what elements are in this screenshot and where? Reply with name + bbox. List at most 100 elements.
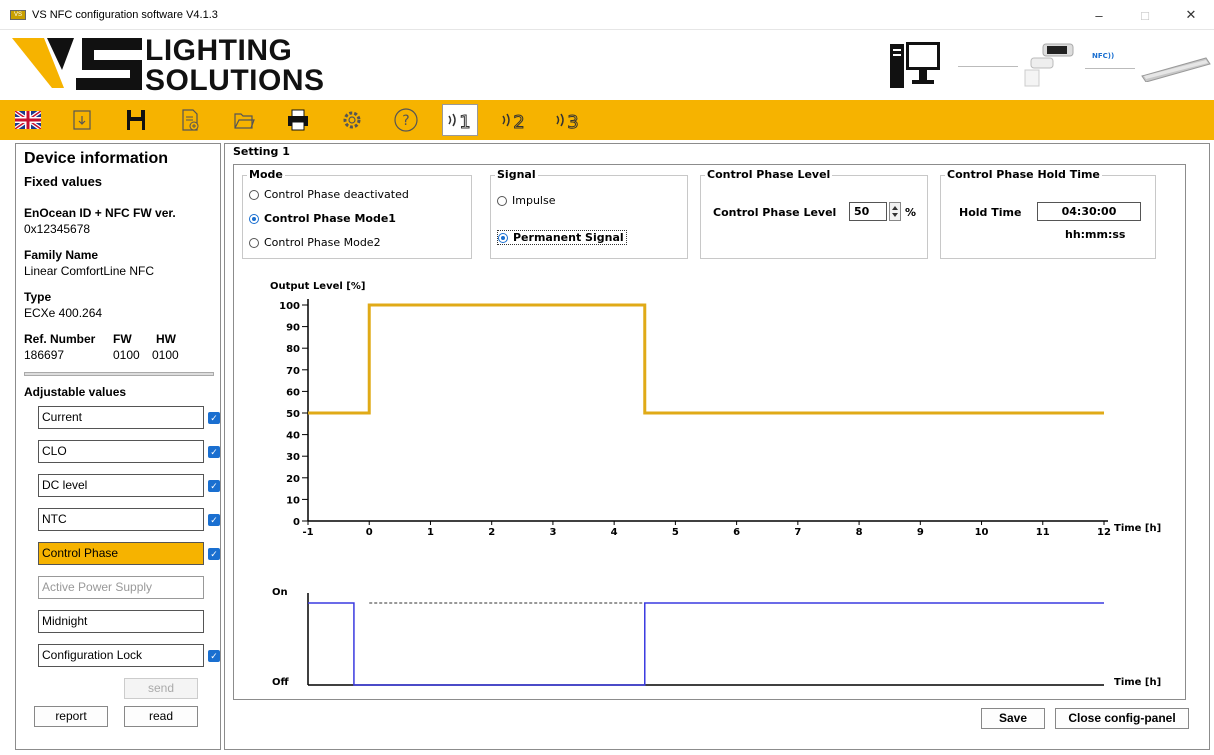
signal-line	[308, 602, 1104, 686]
close-button[interactable]: ✕	[1168, 0, 1214, 30]
family-name-value: Linear ComfortLine NFC	[24, 264, 155, 278]
radio-impulse[interactable]: Impulse	[497, 194, 555, 207]
mode-group: Mode Control Phase deactivated Control P…	[242, 168, 472, 259]
x-tick-label: 8	[856, 527, 863, 538]
radio-label: Control Phase Mode2	[264, 236, 381, 249]
hold-time-label: Hold Time	[959, 206, 1022, 219]
radio-control-phase-mode1[interactable]: Control Phase Mode1	[249, 212, 396, 225]
app-window: VS VS NFC configuration software V4.1.3 …	[0, 0, 1214, 755]
checkbox-clo[interactable]: ✓	[208, 446, 220, 458]
x-tick-label: 11	[1036, 527, 1050, 538]
ref-number-label: Ref. Number	[24, 332, 96, 346]
settings-button[interactable]	[334, 104, 370, 136]
control-phase-level-input[interactable]: 50	[849, 202, 887, 221]
type-value: ECXe 400.264	[24, 306, 103, 320]
nfc-device-icon	[1024, 43, 1074, 87]
brand-banner: LIGHTING SOLUTIONS NFC))	[0, 30, 1214, 100]
save-button[interactable]: Save	[981, 708, 1045, 729]
x-axis-label: Time [h]	[1114, 523, 1161, 534]
setting-2-icon: 2	[502, 112, 525, 132]
signal-group: Signal Impulse Permanent Signal	[490, 168, 688, 259]
x-tick-label: 6	[733, 527, 740, 538]
control-phase-level-group-title: Control Phase Level	[705, 168, 833, 181]
mode-group-title: Mode	[247, 168, 285, 181]
app-icon: VS	[10, 9, 26, 20]
x-tick-label: 0	[366, 527, 373, 538]
hold-time-group-title: Control Phase Hold Time	[945, 168, 1102, 181]
new-file-button[interactable]	[172, 104, 208, 136]
signal-on-label: On	[272, 587, 288, 598]
adjustable-values-title: Adjustable values	[24, 385, 127, 399]
checkbox-current[interactable]: ✓	[208, 412, 220, 424]
checkbox-control-phase[interactable]: ✓	[208, 548, 220, 560]
adjustable-item-current[interactable]: Current	[38, 406, 204, 429]
adjustable-item-midnight[interactable]: Midnight	[38, 610, 204, 633]
x-tick-label: 3	[549, 527, 556, 538]
minimize-button[interactable]: –	[1076, 0, 1122, 30]
checkbox-ntc[interactable]: ✓	[208, 514, 220, 526]
connection-line	[958, 66, 1018, 67]
x-tick-label: 4	[611, 527, 618, 538]
radio-label: Impulse	[512, 194, 556, 207]
config-panel: Setting 1 Mode Control Phase deactivated…	[224, 143, 1210, 750]
nfc-label: NFC))	[1092, 52, 1115, 60]
close-config-panel-button[interactable]: Close config-panel	[1055, 708, 1189, 729]
radio-control-phase-deactivated[interactable]: Control Phase deactivated	[249, 188, 409, 201]
radio-control-phase-mode2[interactable]: Control Phase Mode2	[249, 236, 381, 249]
setting-3-number: 3	[567, 112, 578, 132]
radio-label: Control Phase deactivated	[264, 188, 409, 201]
setting-1-button[interactable]: 1	[442, 104, 478, 136]
adjustable-item-active-power-supply[interactable]: Active Power Supply	[38, 576, 204, 599]
device-info-title: Device information	[24, 150, 169, 167]
y-tick-label: 10	[286, 495, 300, 506]
x-tick-label: 9	[917, 527, 924, 538]
radio-label: Permanent Signal	[513, 231, 624, 244]
radio-permanent-signal[interactable]: Permanent Signal	[497, 230, 627, 245]
adjustable-item-dc-level[interactable]: DC level	[38, 474, 204, 497]
hold-time-format: hh:mm:ss	[1065, 228, 1126, 241]
import-button[interactable]	[64, 104, 100, 136]
output-level-line	[308, 303, 1104, 415]
hold-time-group: Control Phase Hold Time Hold Time 04:30:…	[940, 168, 1156, 259]
vs-logo-icon	[12, 38, 142, 90]
logo-text-lighting: LIGHTING	[145, 34, 293, 67]
divider	[24, 372, 214, 376]
x-tick-label: 7	[794, 527, 801, 538]
computer-icon	[890, 42, 940, 88]
ref-number-value: 186697	[24, 348, 65, 362]
y-tick-label: 20	[286, 474, 300, 485]
x-tick-label: 1	[427, 527, 434, 538]
report-button[interactable]: report	[34, 706, 108, 727]
fixed-values-title: Fixed values	[24, 174, 103, 189]
checkbox-dc-level[interactable]: ✓	[208, 480, 220, 492]
new-file-icon	[182, 109, 199, 131]
settings-gear-icon	[343, 111, 361, 129]
uk-flag-icon	[15, 111, 41, 129]
save-file-button[interactable]	[118, 104, 154, 136]
language-button[interactable]	[10, 104, 46, 136]
setting-2-button[interactable]: 2	[496, 104, 532, 136]
help-button[interactable]: ?	[388, 104, 424, 136]
hold-time-input[interactable]: 04:30:00	[1037, 202, 1141, 221]
connection-line-2	[1085, 68, 1135, 69]
maximize-button[interactable]: □	[1122, 0, 1168, 30]
print-button[interactable]	[280, 104, 316, 136]
adjustable-item-control-phase[interactable]: Control Phase	[38, 542, 204, 565]
setting-3-button[interactable]: 3	[550, 104, 586, 136]
hw-value: 0100	[152, 348, 179, 362]
adjustable-item-ntc[interactable]: NTC	[38, 508, 204, 531]
fw-label: FW	[113, 332, 132, 346]
adjustable-item-clo[interactable]: CLO	[38, 440, 204, 463]
adjustable-item-configuration-lock[interactable]: Configuration Lock	[38, 644, 204, 667]
y-tick-label: 90	[286, 323, 300, 334]
send-button[interactable]: send	[124, 678, 198, 699]
checkbox-configuration-lock[interactable]: ✓	[208, 650, 220, 662]
level-spinner[interactable]	[889, 202, 901, 221]
open-folder-button[interactable]	[226, 104, 262, 136]
y-tick-label: 40	[286, 431, 300, 442]
device-info-panel: Device information Fixed values EnOcean …	[15, 143, 221, 750]
toolbar: ? 1 2 3	[0, 100, 1214, 140]
read-button[interactable]: read	[124, 706, 198, 727]
setting-2-number: 2	[513, 112, 524, 132]
save-icon	[127, 110, 145, 130]
